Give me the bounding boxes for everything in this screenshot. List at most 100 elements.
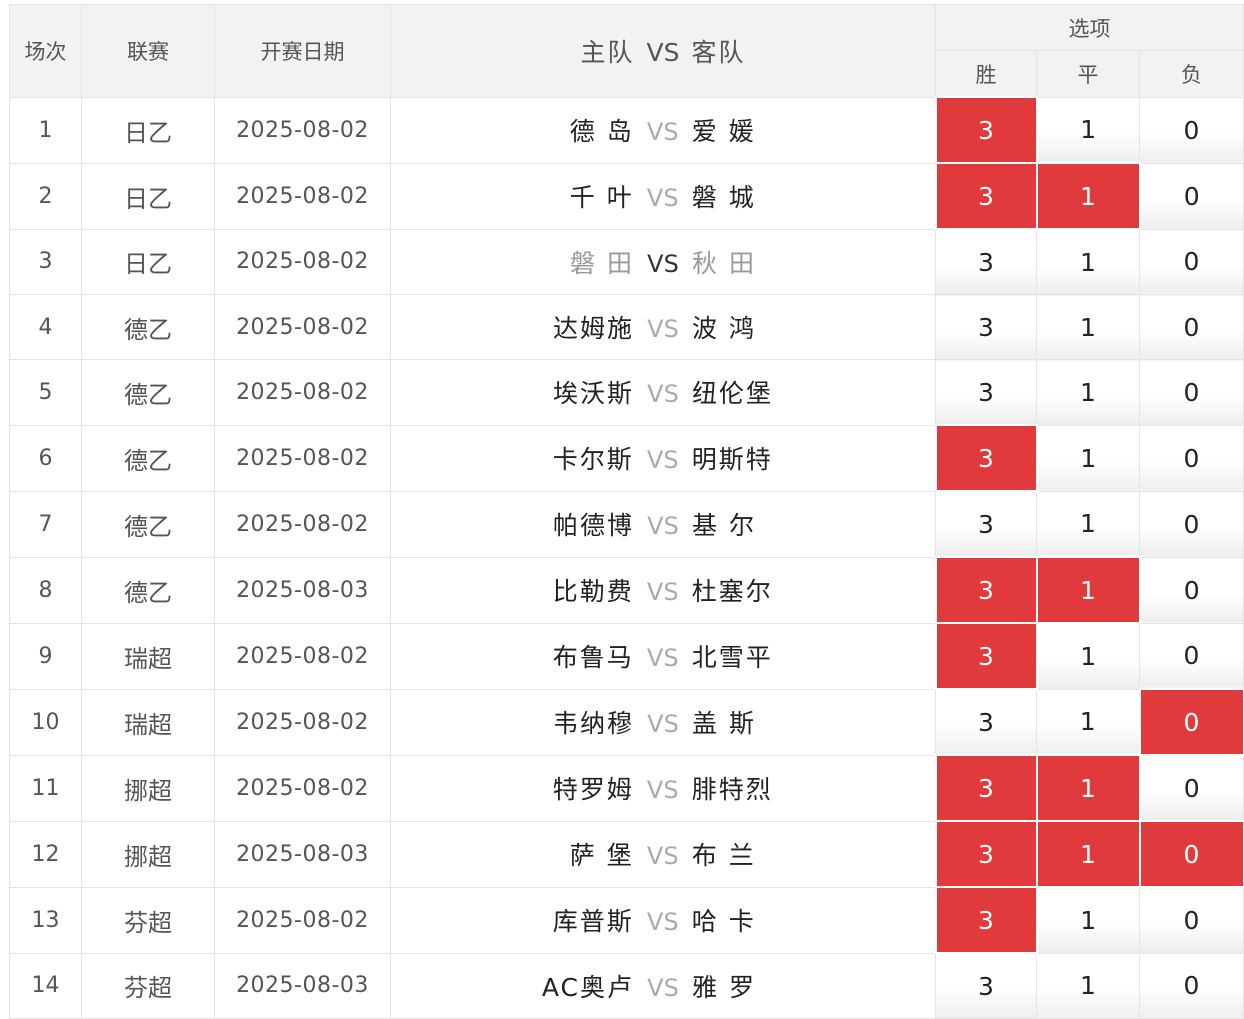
option-win[interactable]: 3 (934, 820, 1038, 888)
match-number: 13 (9, 886, 82, 954)
vs-label: VS (647, 249, 679, 278)
match-date: 2025-08-02 (214, 490, 391, 558)
match-date: 2025-08-02 (214, 622, 391, 690)
option-win[interactable]: 3 (934, 754, 1038, 822)
option-lose[interactable]: 0 (1138, 622, 1244, 690)
option-lose[interactable]: 0 (1138, 228, 1244, 295)
league-name: 日乙 (81, 96, 215, 164)
option-draw[interactable]: 1 (1036, 294, 1140, 360)
league-name: 日乙 (81, 228, 215, 295)
option-lose[interactable]: 0 (1138, 820, 1244, 888)
match-date: 2025-08-03 (214, 952, 391, 1019)
vs-label: VS (646, 118, 679, 146)
away-team: 盖 斯 (692, 709, 756, 738)
option-draw[interactable]: 1 (1035, 556, 1141, 624)
match-teams: AC奥卢 VS 雅 罗 (390, 952, 936, 1019)
match-teams: 千 叶 VS 磐 城 (390, 162, 936, 230)
table-row: 8 德乙 2025-08-03 比勒费 VS 杜塞尔 3 1 0 (9, 556, 1244, 624)
away-team: 腓特烈 (691, 775, 773, 804)
option-draw[interactable]: 1 (1035, 162, 1141, 230)
match-teams: 比勒费 VS 杜塞尔 (390, 556, 936, 624)
vs-label: VS (647, 710, 679, 738)
option-draw[interactable]: 1 (1036, 952, 1140, 1019)
header-date: 开赛日期 (214, 4, 391, 98)
table-row: 11 挪超 2025-08-02 特罗姆 VS 腓特烈 3 1 0 (9, 754, 1244, 822)
match-teams: 特罗姆 VS 腓特烈 (390, 754, 936, 822)
option-draw[interactable]: 1 (1036, 359, 1140, 426)
option-draw[interactable]: 1 (1036, 886, 1140, 954)
match-date: 2025-08-02 (214, 886, 391, 954)
away-team: 明斯特 (691, 445, 773, 474)
option-win[interactable]: 3 (935, 359, 1037, 426)
option-lose[interactable]: 0 (1138, 424, 1244, 492)
option-draw[interactable]: 1 (1036, 688, 1140, 756)
option-lose[interactable]: 0 (1138, 886, 1244, 954)
away-team: 波 鸿 (692, 314, 756, 343)
option-draw[interactable]: 1 (1036, 622, 1140, 690)
option-lose[interactable]: 0 (1138, 490, 1244, 558)
option-lose[interactable]: 0 (1138, 96, 1244, 164)
vs-label: VS (647, 315, 679, 343)
home-team: 达姆施 (552, 314, 634, 343)
match-number: 7 (9, 490, 82, 558)
away-team: 布 兰 (691, 841, 756, 870)
option-win[interactable]: 3 (934, 424, 1038, 492)
option-lose[interactable]: 0 (1138, 162, 1244, 230)
table-row: 10 瑞超 2025-08-02 韦纳穆 VS 盖 斯310 (9, 688, 1244, 756)
league-name: 德乙 (81, 490, 215, 558)
option-draw[interactable]: 1 (1035, 820, 1141, 888)
table-row: 3 日乙 2025-08-02 磐 田 VS 秋 田310 (9, 228, 1244, 295)
home-team: 埃沃斯 (552, 379, 634, 409)
vs-label: VS (646, 776, 679, 804)
home-team: 德 岛 (569, 117, 634, 146)
option-win[interactable]: 3 (934, 886, 1038, 954)
option-win[interactable]: 3 (934, 556, 1038, 624)
table-row: 2 日乙 2025-08-02 千 叶 VS 磐 城 310 (9, 162, 1244, 230)
match-date: 2025-08-02 (214, 228, 391, 295)
option-win[interactable]: 3 (935, 490, 1037, 558)
match-number: 3 (9, 228, 82, 295)
header-win: 胜 (935, 50, 1037, 98)
home-team: 比勒费 (552, 577, 634, 606)
table-row: 4 德乙 2025-08-02 达姆施 VS 波 鸿 310 (9, 294, 1244, 360)
option-draw[interactable]: 1 (1036, 490, 1140, 558)
option-win[interactable]: 3 (935, 952, 1037, 1019)
option-win[interactable]: 3 (935, 228, 1037, 295)
option-lose[interactable]: 0 (1138, 294, 1244, 360)
table-row: 12 挪超 2025-08-03 萨 堡 VS 布 兰 310 (9, 820, 1244, 888)
match-table: 场次 联赛 开赛日期 主队 VS 客队 选项 胜 平 负 1 日乙 2025-08-02… (9, 4, 1244, 1019)
vs-label: VS (646, 908, 679, 936)
match-teams: 帕德博 VS 基 尔 (390, 490, 936, 558)
match-number: 9 (9, 622, 82, 690)
vs-label: VS (646, 446, 679, 474)
away-team: 雅 罗 (692, 972, 756, 1002)
option-win[interactable]: 3 (934, 622, 1038, 690)
match-date: 2025-08-02 (214, 424, 391, 492)
option-draw[interactable]: 1 (1036, 228, 1140, 295)
home-team: 萨 堡 (569, 841, 634, 870)
option-lose[interactable]: 0 (1138, 359, 1244, 426)
away-team: 北雪平 (691, 643, 773, 672)
option-draw[interactable]: 1 (1036, 96, 1140, 164)
option-lose[interactable]: 0 (1138, 688, 1244, 756)
option-lose[interactable]: 0 (1138, 952, 1244, 1019)
match-date: 2025-08-03 (214, 556, 391, 624)
vs-label: VS (647, 380, 679, 409)
match-number: 11 (9, 754, 82, 822)
option-lose[interactable]: 0 (1138, 754, 1244, 822)
away-team: 磐 城 (691, 183, 756, 212)
away-team: 哈 卡 (691, 907, 756, 936)
option-draw[interactable]: 1 (1036, 424, 1140, 492)
option-lose[interactable]: 0 (1138, 556, 1244, 624)
away-team: 纽伦堡 (692, 379, 774, 409)
home-team: 库普斯 (552, 907, 634, 936)
option-win[interactable]: 3 (935, 294, 1037, 360)
option-win[interactable]: 3 (934, 96, 1038, 164)
home-team: 特罗姆 (552, 775, 634, 804)
option-win[interactable]: 3 (935, 688, 1037, 756)
league-name: 瑞超 (81, 622, 215, 690)
header-vs: VS (646, 37, 680, 67)
league-name: 挪超 (81, 820, 215, 888)
option-draw[interactable]: 1 (1035, 754, 1141, 822)
option-win[interactable]: 3 (934, 162, 1038, 230)
